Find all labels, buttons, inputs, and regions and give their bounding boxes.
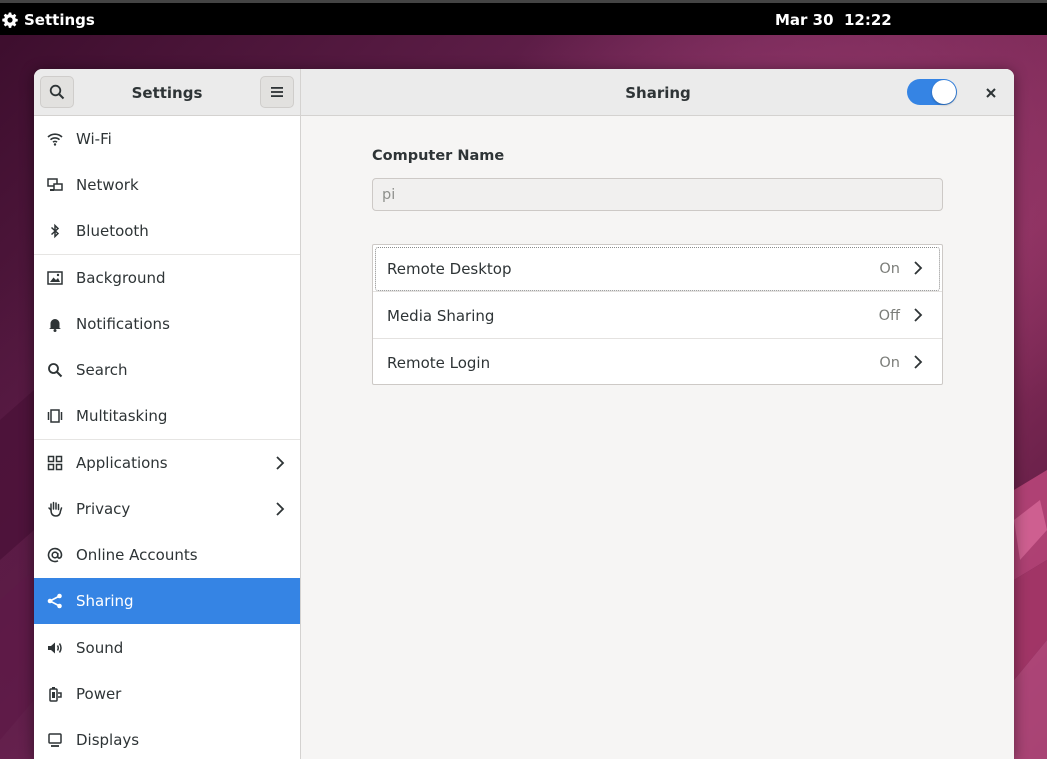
power-icon [49, 687, 62, 702]
sidebar-item-label: Notifications [76, 315, 170, 333]
sidebar-item-label: Power [76, 685, 122, 703]
sidebar-item-privacy[interactable]: Privacy [34, 486, 300, 532]
chevron-right-icon [914, 261, 923, 275]
sidebar-item-online-accounts[interactable]: Online Accounts [34, 532, 300, 578]
sidebar-item-power[interactable]: Power [34, 671, 300, 717]
hamburger-icon [271, 87, 283, 97]
sidebar-item-sharing[interactable]: Sharing [34, 578, 300, 624]
sharing-master-switch[interactable] [907, 79, 957, 105]
sidebar-item-displays[interactable]: Displays [34, 717, 300, 759]
row-label: Remote Desktop [387, 259, 512, 278]
sharing-services-list: Remote Desktop On Media Sharing Off Remo… [372, 244, 943, 385]
status-label: Off [878, 307, 900, 324]
sidebar-item-label: Multitasking [76, 407, 168, 425]
share-icon [47, 593, 62, 609]
chevron-right-icon [276, 456, 285, 470]
clock[interactable]: Mar 30 12:22 [775, 9, 892, 31]
multitasking-icon [47, 409, 63, 423]
speaker-icon [48, 642, 62, 654]
network-icon [47, 178, 63, 191]
remote-desktop-row[interactable]: Remote Desktop On [373, 245, 942, 292]
background-icon [47, 271, 63, 285]
sidebar-item-label: Online Accounts [76, 546, 198, 564]
sidebar-item-label: Wi-Fi [76, 130, 112, 148]
sidebar-item-wifi[interactable]: Wi-Fi [34, 116, 300, 162]
top-bar: Settings Mar 30 12:22 [0, 0, 1047, 35]
search-button[interactable] [40, 76, 74, 108]
sidebar-item-label: Displays [76, 731, 140, 749]
sharing-panel: Computer Name pi Remote Desktop On Media… [302, 116, 1014, 759]
sidebar-item-label: Bluetooth [76, 222, 149, 240]
close-button[interactable] [979, 81, 1003, 105]
computer-name-label: Computer Name [372, 148, 505, 164]
row-label: Media Sharing [387, 306, 495, 325]
sidebar-item-notifications[interactable]: Notifications [34, 301, 300, 347]
sidebar-item-multitasking[interactable]: Multitasking [34, 393, 300, 439]
bluetooth-icon [50, 223, 60, 239]
close-icon [986, 88, 996, 98]
chevron-right-icon [914, 355, 923, 369]
sidebar-title: Settings [131, 83, 203, 102]
applications-icon [47, 455, 63, 471]
at-icon [47, 547, 63, 563]
computer-name-field[interactable]: pi [372, 178, 943, 211]
sidebar-item-label: Applications [76, 454, 168, 472]
sidebar-item-background[interactable]: Background [34, 255, 300, 301]
sidebar-item-bluetooth[interactable]: Bluetooth [34, 208, 300, 254]
sidebar-item-applications[interactable]: Applications [34, 440, 300, 486]
header-bar: Settings Sharing [34, 69, 1014, 116]
sidebar-item-network[interactable]: Network [34, 162, 300, 208]
app-menu-label: Settings [24, 11, 95, 29]
sidebar-item-search[interactable]: Search [34, 347, 300, 393]
sidebar-item-label: Privacy [76, 500, 131, 518]
sidebar-item-label: Search [76, 361, 128, 379]
status-label: On [879, 260, 900, 277]
sidebar-item-label: Background [76, 269, 166, 287]
sidebar: Wi-Fi Network Bluetooth Background Notif… [34, 116, 301, 759]
app-menu[interactable]: Settings [2, 9, 95, 31]
sidebar-header: Settings [34, 69, 301, 116]
search-icon [49, 84, 65, 100]
chevron-right-icon [914, 308, 923, 322]
sidebar-item-label: Sound [76, 639, 124, 657]
display-icon [48, 733, 62, 747]
media-sharing-row[interactable]: Media Sharing Off [373, 292, 942, 339]
remote-login-row[interactable]: Remote Login On [373, 339, 942, 386]
chevron-right-icon [276, 502, 285, 516]
row-label: Remote Login [387, 353, 491, 372]
search-icon [48, 363, 63, 378]
switch-knob [932, 80, 956, 104]
sidebar-item-sound[interactable]: Sound [34, 625, 300, 671]
gear-icon [2, 12, 18, 28]
main-menu-button[interactable] [260, 76, 294, 108]
settings-window: Settings Sharing Wi-Fi Network Bluetooth… [34, 69, 1014, 759]
sidebar-item-label: Sharing [76, 592, 134, 610]
sidebar-item-label: Network [76, 176, 139, 194]
status-label: On [879, 354, 900, 371]
wifi-icon [47, 133, 63, 146]
bell-icon [49, 319, 61, 332]
hand-icon [48, 501, 63, 517]
